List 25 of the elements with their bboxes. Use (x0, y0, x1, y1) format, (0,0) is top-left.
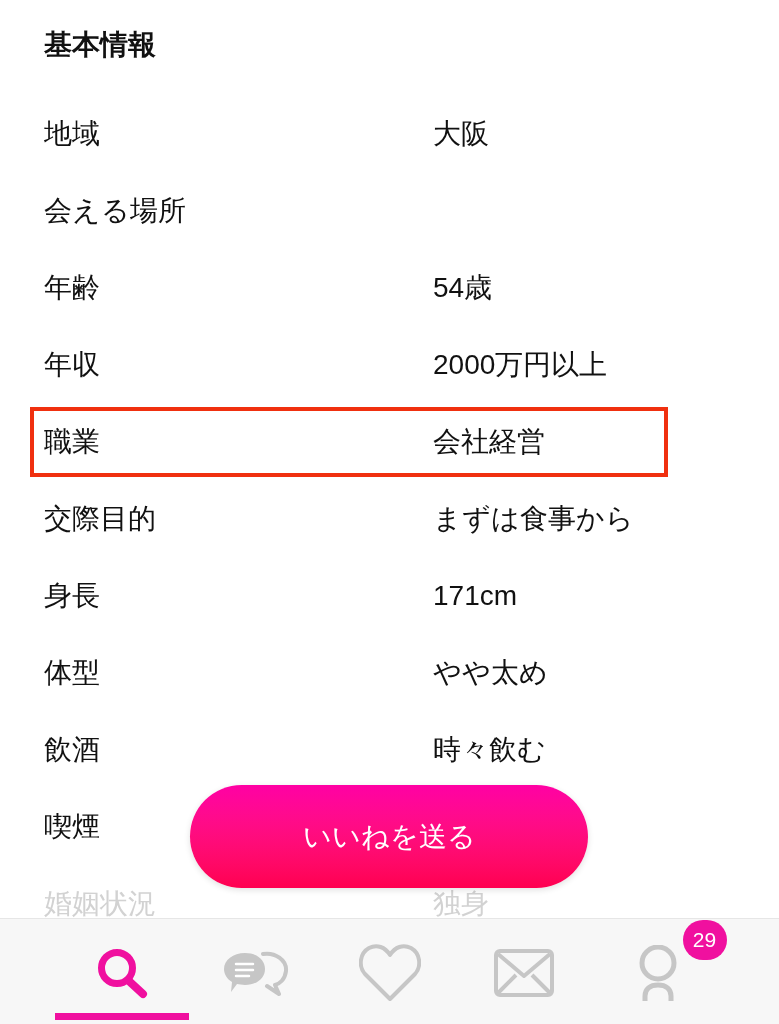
field-label: 飲酒 (44, 733, 100, 765)
like-button[interactable]: いいねを送る (190, 785, 588, 888)
envelope-icon (493, 949, 554, 997)
notification-badge: 29 (682, 920, 727, 960)
field-value: 171cm (433, 578, 518, 613)
field-value: 54歳 (433, 270, 493, 305)
field-label: 地域 (44, 117, 100, 149)
field-value: 2000万円以上 (433, 347, 608, 382)
field-label: 会える場所 (44, 194, 186, 226)
field-value: まずは食事から (433, 501, 634, 536)
field-label: 年齢 (44, 271, 100, 303)
section-title: 基本情報 (44, 29, 156, 60)
field-label: 喫煙 (44, 810, 100, 842)
field-label: 体型 (44, 656, 100, 688)
field-label: 職業 (44, 425, 100, 457)
field-value: やや太め (433, 655, 548, 690)
field-value: 時々飲む (433, 732, 546, 767)
field-value: 大阪 (433, 116, 489, 151)
field-label: 身長 (44, 579, 100, 611)
field-label: 交際目的 (44, 502, 156, 534)
field-value: 会社経営 (433, 424, 545, 459)
heart-icon (358, 944, 421, 1002)
field-label: 年収 (44, 348, 100, 380)
chat-bubbles-icon (222, 950, 289, 996)
nav-tab[interactable]: 29 (590, 919, 725, 1024)
